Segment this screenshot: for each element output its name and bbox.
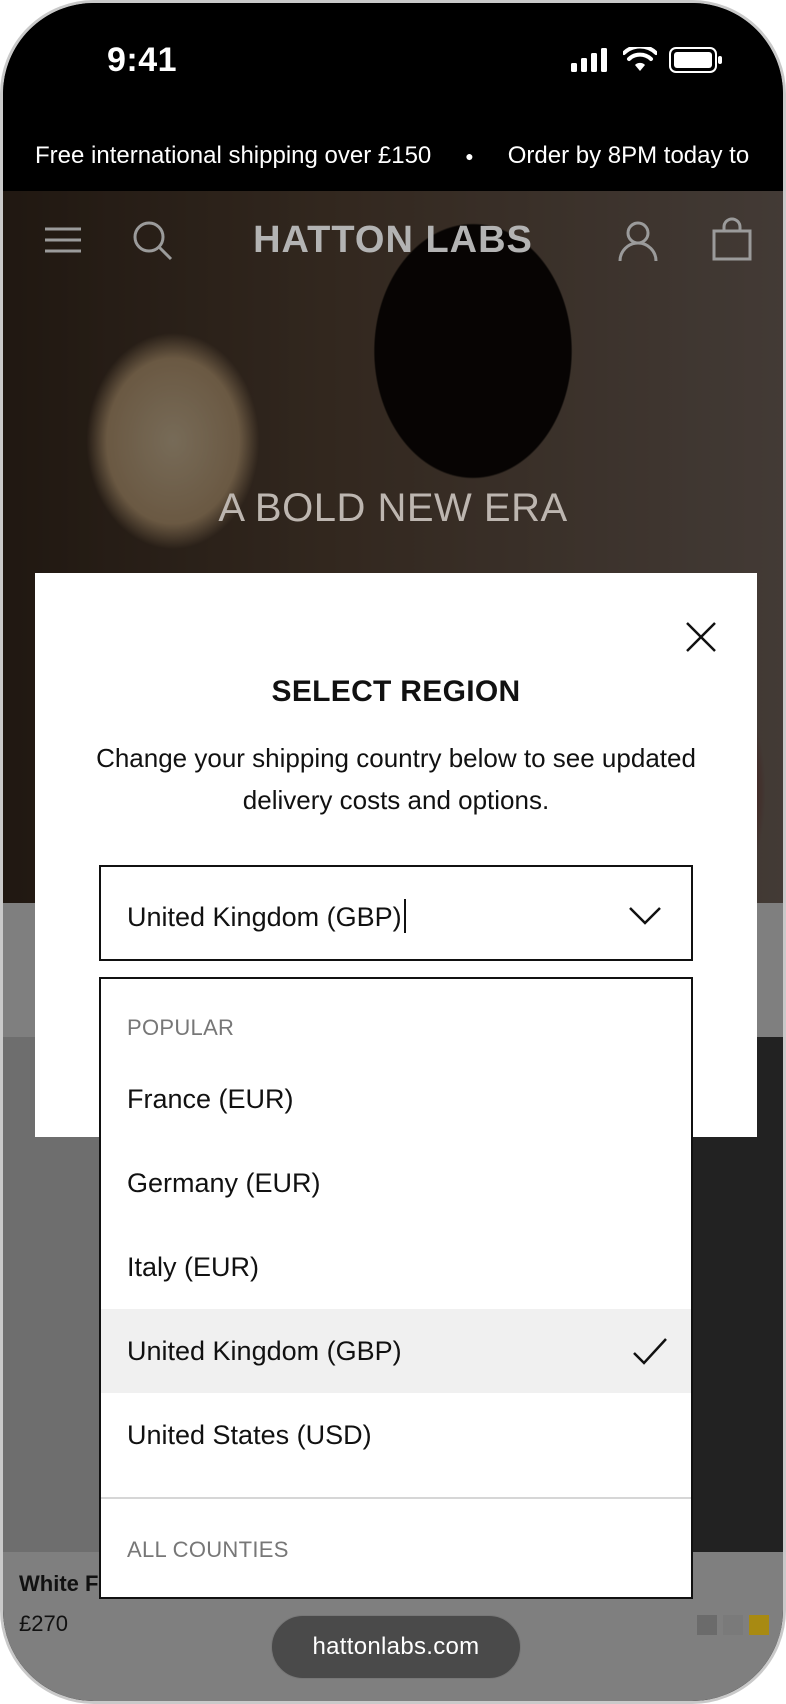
color-swatch[interactable]	[697, 1615, 717, 1635]
color-swatch[interactable]	[749, 1615, 769, 1635]
color-swatches	[697, 1615, 769, 1635]
wifi-icon	[623, 47, 657, 71]
battery-icon	[669, 47, 722, 73]
product-name[interactable]: White F	[19, 1571, 98, 1597]
browser-url-bar[interactable]: hattonlabs.com	[271, 1615, 521, 1679]
screen: 9:41 Free international shipping over £1…	[3, 3, 783, 1701]
separator-dot: ●	[465, 148, 474, 164]
modal-title: SELECT REGION	[271, 675, 521, 708]
bag-icon[interactable]	[709, 217, 755, 263]
region-select[interactable]: United Kingdom (GBP)	[99, 865, 693, 961]
status-icons	[571, 47, 723, 73]
region-option-label: Italy (EUR)	[127, 1251, 260, 1282]
all-countries-group-label: ALL COUNTIES	[127, 1537, 289, 1562]
dropdown-divider	[101, 1497, 691, 1499]
phone-frame: 9:41 Free international shipping over £1…	[0, 0, 786, 1704]
region-option-label: Germany (EUR)	[127, 1167, 321, 1198]
region-option-france[interactable]: France (EUR)	[101, 1057, 691, 1141]
cellular-signal-icon	[571, 48, 607, 72]
region-option-label: United Kingdom (GBP)	[127, 1335, 402, 1366]
product-price: £270	[19, 1611, 68, 1636]
status-bar: 9:41	[3, 3, 783, 121]
account-icon[interactable]	[615, 217, 661, 263]
announcement-bar: Free international shipping over £150 ● …	[3, 121, 783, 191]
region-option-label: United States (USD)	[127, 1419, 372, 1450]
region-option-label: France (EUR)	[127, 1083, 294, 1114]
text-caret	[403, 899, 406, 933]
region-option-italy[interactable]: Italy (EUR)	[101, 1225, 691, 1309]
modal-description: Change your shipping country below to se…	[96, 743, 696, 815]
checkmark-icon	[633, 1338, 667, 1365]
region-option-united-kingdom[interactable]: United Kingdom (GBP)	[101, 1309, 691, 1393]
hero-title: A BOLD NEW ERA	[218, 486, 568, 530]
close-icon[interactable]	[681, 617, 721, 657]
announcement-message: Free international shipping over £150	[35, 142, 432, 169]
brand-logo[interactable]: HATTON LABS	[3, 219, 783, 262]
color-swatch[interactable]	[723, 1615, 743, 1635]
site-header: HATTON LABS	[3, 191, 783, 291]
region-select-text: United Kingdom (GBP)	[127, 902, 402, 932]
region-option-germany[interactable]: Germany (EUR)	[101, 1141, 691, 1225]
region-dropdown: POPULAR France (EUR) Germany (EUR) Italy…	[99, 977, 693, 1599]
region-option-united-states[interactable]: United States (USD)	[101, 1393, 691, 1477]
announcement-message: Order by 8PM today to	[507, 142, 750, 169]
region-select-value[interactable]: United Kingdom (GBP)	[127, 899, 406, 933]
status-time: 9:41	[107, 41, 178, 79]
popular-group-label: POPULAR	[127, 1015, 235, 1040]
chevron-down-icon[interactable]	[627, 897, 663, 933]
